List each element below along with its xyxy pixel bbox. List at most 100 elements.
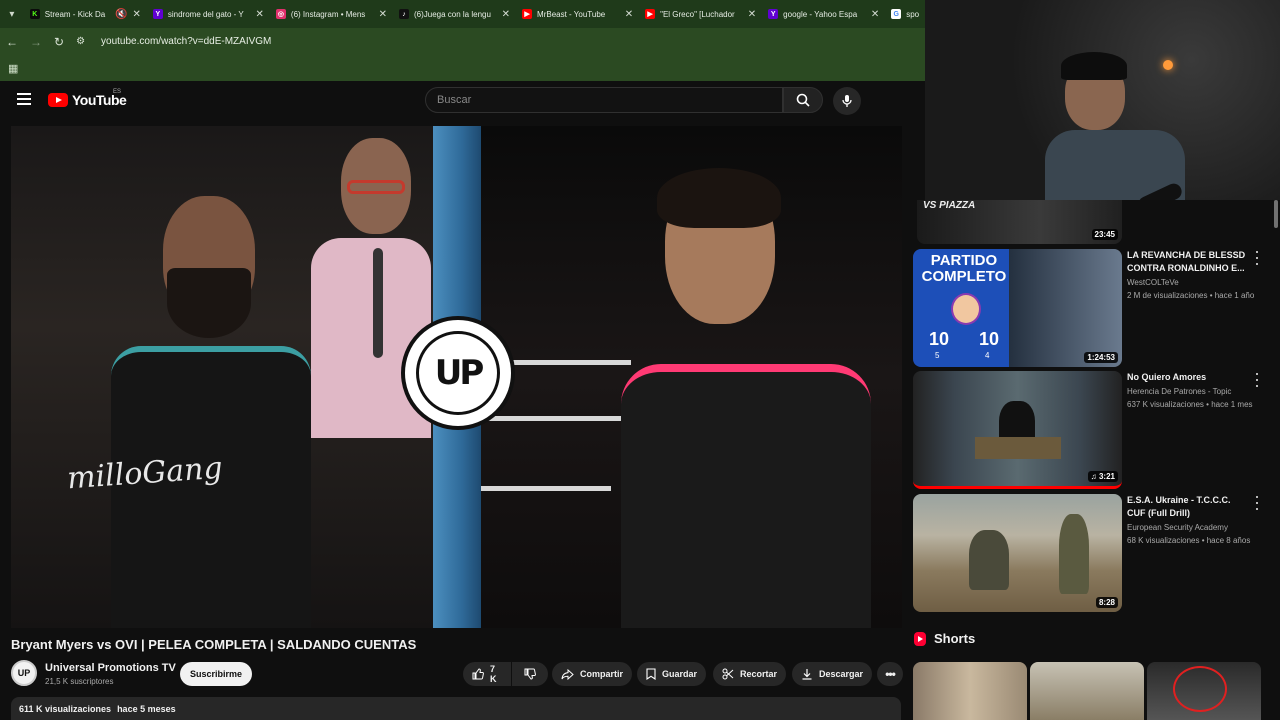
thumbnail-score-right: 10 [979,329,1000,349]
browser-tab[interactable]: ♪ (6)Juega con la lengu ✕ [393,0,516,28]
thumbnail-mascot [951,293,981,325]
tab-close-icon[interactable]: ✕ [256,9,264,20]
voice-search-button[interactable] [833,87,861,115]
tab-title: MrBeast - YouTube [537,9,606,19]
thumbnail-text: VS PIAZZA [923,200,976,211]
recommendation-stats: 2 M de visualizaciones • hace 1 año [1127,291,1255,300]
browser-tab[interactable]: ▶ "El Greco" [Luchador ✕ [639,0,762,28]
browser-tab[interactable]: ◎ (6) Instagram • Mens ✕ [270,0,393,28]
download-icon [802,669,812,680]
short-circle-overlay [1173,666,1227,712]
video-duration: 8:28 [1095,597,1118,608]
recommendation-title[interactable]: E.S.A. Ukraine - T.C.C.C. CUF (Full Dril… [1127,494,1249,520]
tab-list-chevron-icon[interactable]: ▾ [0,0,24,28]
short-thumbnail[interactable] [913,662,1027,720]
view-count: 611 K visualizaciones [19,704,112,714]
share-button[interactable]: Compartir [552,662,633,686]
recommendation-channel[interactable]: European Security Academy [1127,521,1277,534]
menu-hamburger-icon[interactable] [17,93,31,105]
more-vertical-icon[interactable] [1252,251,1262,265]
thumbnail-subscore-right: 4 [985,351,990,360]
tab-favicon-icon: Y [768,9,779,19]
tab-title: "El Greco" [Luchador [660,9,735,19]
subscriber-count: 21,5 K suscriptores [45,677,114,686]
tab-close-icon[interactable]: ✕ [379,9,387,20]
recommendation-thumbnail[interactable]: 8:28 [913,494,1122,612]
site-info-icon[interactable]: ⚙ [76,36,85,47]
description-box[interactable]: 611 K visualizaciones hace 5 meses [11,697,901,720]
tab-title: google - Yahoo Espa [783,9,858,19]
video-duration: ♫ 3:21 [1087,471,1118,482]
tab-title: spo [906,9,919,19]
tab-close-icon[interactable]: ✕ [748,9,756,20]
promotion-logo-text: UP [416,331,500,415]
clip-button[interactable]: Recortar [713,662,787,686]
more-vertical-icon[interactable] [1252,373,1262,387]
tab-favicon-icon: ▶ [522,9,533,19]
save-label: Guardar [662,669,698,679]
channel-avatar[interactable]: UP [11,660,37,686]
browser-tab[interactable]: K Stream - Kick Da 🔇 ✕ [24,0,147,28]
tab-title: sindrome del gato - Y [167,9,244,19]
tab-mute-icon[interactable]: 🔇 [115,9,127,20]
url-field[interactable]: youtube.com/watch?v=ddE-MZAIVGM [101,36,271,47]
tab-title: Stream - Kick Da [44,9,106,19]
short-thumbnail[interactable] [1030,662,1144,720]
search-button[interactable] [783,87,823,113]
browser-tab-strip: ▾ K Stream - Kick Da 🔇 ✕ Y sindrome del … [0,0,925,28]
recommendation-title[interactable]: LA REVANCHA DE BLESSD CONTRA RONALDINHO … [1127,249,1249,275]
ring-rope [481,416,621,421]
tab-close-icon[interactable]: ✕ [871,9,879,20]
recommendation-thumbnail[interactable]: ♫ 3:21 [913,371,1122,489]
tab-favicon-icon: ◎ [275,9,286,19]
apps-grid-icon[interactable]: ▦ [8,62,18,75]
back-arrow-icon[interactable]: ← [6,35,18,49]
thumbnail-soldier [969,530,1009,590]
youtube-header: YouTube ES Buscar [0,81,925,119]
tab-title: (6)Juega con la lengu [413,9,491,19]
channel-name[interactable]: Universal Promotions TV [45,662,176,674]
forward-arrow-icon[interactable]: → [30,35,42,49]
microphone-prop [373,248,383,358]
thumbnail-soldier [1059,514,1089,594]
download-label: Descargar [819,669,864,679]
subscribe-button[interactable]: Suscribirme [180,662,252,686]
like-button[interactable]: 7 K [463,662,511,686]
video-duration: 23:45 [1091,229,1118,240]
recommendation-thumbnail[interactable]: PARTIDO COMPLETO 10 10 5 4 1:24:53 [913,249,1122,367]
search-input[interactable]: Buscar [425,87,783,113]
short-thumbnail[interactable] [1147,662,1261,720]
recommendation-thumbnail[interactable]: VS PIAZZA 23:45 [917,200,1122,244]
save-button[interactable]: Guardar [637,662,707,686]
browser-tab[interactable]: Y google - Yahoo Espa ✕ [762,0,885,28]
tab-close-icon[interactable]: ✕ [625,9,633,20]
more-vertical-icon[interactable] [1252,496,1262,510]
upload-age: hace 5 meses [117,704,176,714]
video-player[interactable]: milloGang UP [11,126,902,628]
shorts-icon [914,631,926,646]
download-button[interactable]: Descargar [792,662,873,686]
country-code: ES [113,89,122,95]
tab-close-icon[interactable]: ✕ [132,9,140,20]
youtube-play-icon [48,93,68,107]
thumbs-up-icon [472,668,484,680]
browser-tab[interactable]: G spo [885,0,925,28]
streamer-figure [1045,52,1185,200]
dislike-button[interactable] [512,662,548,686]
bookmarks-bar: ▦ [0,55,925,81]
recommendation-title[interactable]: No Quiero Amores [1127,371,1249,384]
recommendation-stats: 68 K visualizaciones • hace 8 años [1127,536,1251,545]
reload-icon[interactable]: ↻ [54,35,64,49]
thumbnail-score-left: 10 [929,329,950,349]
recommendation-channel[interactable]: WestCOLTeVe [1127,276,1277,289]
more-actions-button[interactable]: ••• [877,662,903,686]
recommendation-stats: 637 K visualizaciones • hace 1 mes [1127,400,1253,409]
share-arrow-icon [561,668,574,680]
fighter-left [71,196,341,628]
search-icon [796,93,810,107]
tab-close-icon[interactable]: ✕ [502,9,510,20]
browser-tab[interactable]: ▶ MrBeast - YouTube ✕ [516,0,639,28]
browser-tab[interactable]: Y sindrome del gato - Y ✕ [147,0,270,28]
sidebar-scrollbar[interactable] [1274,200,1278,228]
browser-address-bar: ← → ↻ ⚙ youtube.com/watch?v=ddE-MZAIVGM [0,28,925,55]
